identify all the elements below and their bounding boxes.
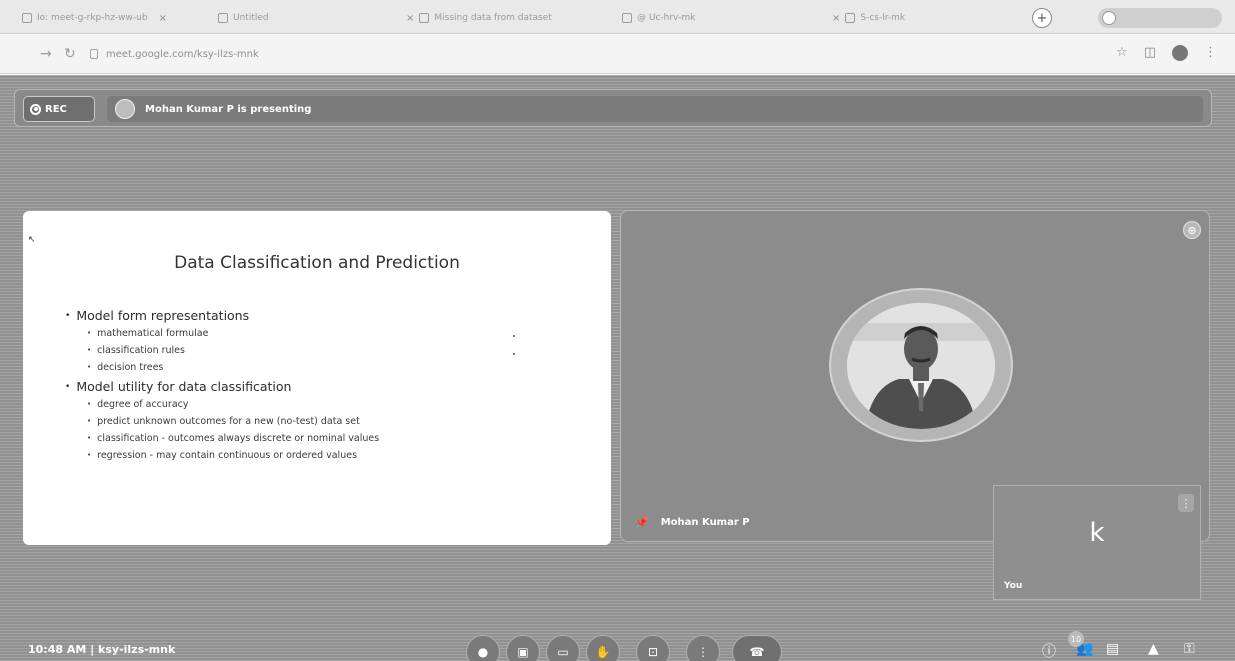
back-arrow-icon[interactable]: → [40,46,52,62]
chat-icon[interactable]: ▤ [1106,641,1119,657]
close-icon[interactable]: × [832,13,840,24]
bullet-item: classification - outcomes always discret… [87,430,595,447]
tile-options-icon[interactable]: ⊕ [1183,221,1201,239]
speck [513,335,515,337]
info-icon[interactable]: ⓘ [1042,641,1056,661]
browser-tab-bar: Io: meet-g-rkp-hz-ww-ub × Untitled × Mis… [0,0,1235,34]
bullet-heading: Model utility for data classification [65,378,595,396]
participant-count-badge: 10 [1068,631,1084,647]
raise-hand-button[interactable]: ✋ [586,635,620,661]
separator: | [90,643,95,656]
meeting-code: ksy-ilzs-mnk [98,643,176,656]
self-label: You [1004,581,1023,591]
tab-label: Missing data from dataset [434,13,552,23]
address-bar: → ↻ meet.google.com/ksy-ilzs-mnk ☆ ◫ ⋮ [0,34,1235,74]
presenting-bar: Mohan Kumar P is presenting [107,96,1203,122]
recording-indicator[interactable]: REC [23,96,95,122]
leave-call-button[interactable]: ☎ [732,635,782,661]
slide-bullets: Model form representations mathematical … [65,305,595,464]
bullet-item: regression - may contain continuous or o… [87,447,595,464]
avatar [1102,11,1116,25]
star-icon[interactable]: ☆ [1116,45,1128,61]
self-view-tile[interactable]: ⋮ k You [993,485,1201,600]
hand-icon: ✋ [595,645,611,659]
speck [513,353,515,355]
bullet-item: decision trees [87,359,595,376]
tab-label: Io: meet-g-rkp-hz-ww-ub [37,13,148,23]
reload-icon[interactable]: ↻ [64,46,76,62]
host-controls-icon[interactable]: ⚿ [1184,641,1195,657]
mic-icon: ● [477,645,489,659]
browser-tab[interactable]: Io: meet-g-rkp-hz-ww-ub × [22,6,182,30]
cursor-icon: ↖ [28,235,36,245]
avatar[interactable] [1172,45,1188,61]
lock-icon [90,49,98,59]
activities-icon[interactable]: ▲ [1148,641,1159,657]
slide-title: Data Classification and Prediction [174,253,460,273]
presenter-name-tag: 📌 Mohan Kumar P [635,516,750,529]
camera-button[interactable]: ▣ [506,635,540,661]
close-icon[interactable]: × [159,13,167,24]
profile-chip[interactable] [1098,8,1222,28]
phone-end-icon: ☎ [749,645,765,659]
captions-icon: ▭ [557,645,569,659]
tab-label: Untitled [233,13,269,23]
shared-slide: ↖ Data Classification and Prediction Mod… [23,211,611,545]
record-icon [30,103,41,115]
present-button[interactable]: ⊡ [636,635,670,661]
tab-label: S-cs-lr-mk [860,13,906,23]
bullet-item: mathematical formulae [87,325,595,342]
clock-time: 10:48 AM [28,643,87,656]
meeting-controls-bar: 10:48 AM | ksy-ilzs-mnk ● ▣ ▭ ✋ ⊡ ⋮ ☎ ⓘ … [0,629,1235,661]
close-icon[interactable]: × [406,13,414,24]
meet-stage: REC Mohan Kumar P is presenting ↖ Data C… [0,75,1235,661]
presenting-text: Mohan Kumar P is presenting [145,103,312,115]
present-icon: ⊡ [647,645,659,659]
person-photo-icon [847,303,995,429]
camera-icon: ▣ [517,645,529,659]
extensions-icon[interactable]: ◫ [1144,45,1156,61]
pin-icon[interactable]: 📌 [635,516,649,529]
url-text: meet.google.com/ksy-ilzs-mnk [106,48,259,60]
menu-icon[interactable]: ⋮ [1204,45,1217,61]
presenter-photo [847,303,995,429]
tab-favicon-icon [845,13,856,23]
bullet-heading: Model form representations [65,307,595,325]
mic-button[interactable]: ● [466,635,500,661]
presenter-name: Mohan Kumar P [660,517,750,528]
captions-button[interactable]: ▭ [546,635,580,661]
tab-favicon-icon [419,13,430,23]
browser-tab[interactable]: @ Uc-hrv-mk [622,6,812,30]
tab-label: @ Uc-hrv-mk [637,13,696,23]
browser-tab[interactable]: × Missing data from dataset [400,6,610,30]
new-tab-button[interactable]: + [1032,8,1052,28]
browser-tab[interactable]: × S-cs-lr-mk [826,6,1016,30]
meeting-clock: 10:48 AM | ksy-ilzs-mnk [28,643,175,656]
toolbar-icons: ☆ ◫ ⋮ [1116,45,1217,61]
rec-label: REC [45,103,67,115]
more-options-button[interactable]: ⋮ [686,635,720,661]
url-field[interactable]: meet.google.com/ksy-ilzs-mnk [90,43,910,65]
browser-tab[interactable]: Untitled [218,6,388,30]
self-initial: k [1089,518,1105,548]
presentation-banner: REC Mohan Kumar P is presenting [14,89,1212,127]
more-vert-icon: ⋮ [697,645,709,659]
plus-icon: + [1036,10,1048,26]
tab-favicon-icon [22,13,32,23]
tab-favicon-icon [622,13,632,23]
bullet-item: degree of accuracy [87,396,595,413]
bullet-item: predict unknown outcomes for a new (no-t… [87,413,595,430]
avatar [115,99,135,119]
tab-favicon-icon [218,13,228,23]
bullet-item: classification rules [87,342,595,359]
more-options-icon[interactable]: ⋮ [1178,494,1194,512]
